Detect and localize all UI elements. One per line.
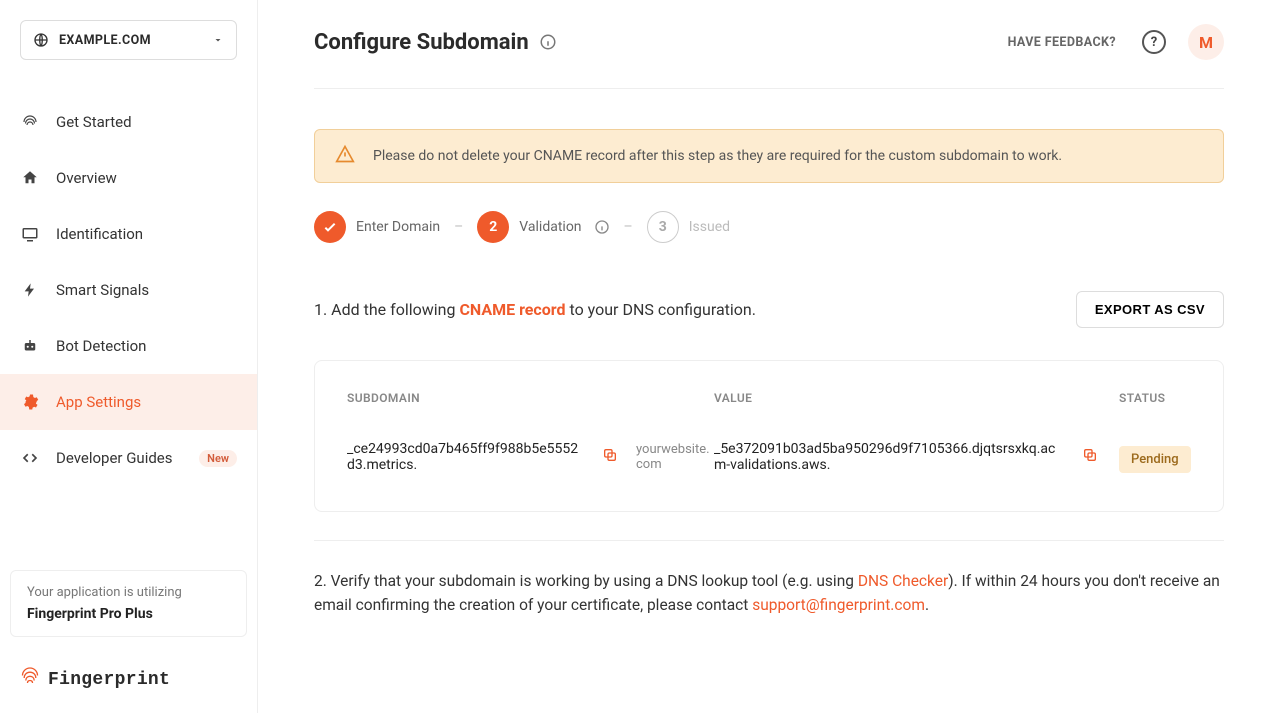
cname-table: SUBDOMAIN VALUE STATUS _ce24993cd0a7b465…: [314, 360, 1224, 512]
new-badge: New: [199, 450, 237, 467]
support-email-link[interactable]: support@fingerprint.com: [752, 596, 925, 614]
brand: Fingerprint: [20, 665, 237, 695]
monitor-icon: [20, 224, 40, 244]
home-icon: [20, 168, 40, 188]
plan-card: Your application is utilizing Fingerprin…: [10, 570, 247, 637]
step-number: 2: [477, 211, 509, 243]
record-value: _5e372091b03ad5ba950296d9f7105366.djqtsr…: [714, 441, 1064, 473]
bolt-icon: [20, 280, 40, 300]
brand-name: Fingerprint: [48, 670, 170, 690]
step-enter-domain: Enter Domain: [314, 211, 440, 243]
instruction-1: 1. Add the following CNAME record to you…: [314, 300, 756, 319]
sidebar-item-label: Identification: [56, 225, 143, 243]
column-header-subdomain: SUBDOMAIN: [347, 391, 714, 405]
sidebar-item-developer-guides[interactable]: Developer Guides New: [0, 430, 257, 486]
sidebar-item-get-started[interactable]: Get Started: [0, 94, 257, 150]
subdomain-value: _ce24993cd0a7b465ff9f988b5e5552d3.metric…: [347, 441, 584, 473]
sidebar-item-overview[interactable]: Overview: [0, 150, 257, 206]
fingerprint-logo-icon: [20, 665, 40, 695]
column-header-status: STATUS: [1119, 391, 1191, 405]
sidebar-item-label: App Settings: [56, 393, 141, 411]
topbar: Configure Subdomain HAVE FEEDBACK? ? M: [314, 24, 1224, 60]
warning-icon: [335, 144, 355, 168]
sidebar-item-label: Smart Signals: [56, 281, 149, 299]
export-csv-button[interactable]: EXPORT AS CSV: [1076, 291, 1224, 328]
code-icon: [20, 448, 40, 468]
sidebar-nav: Get Started Overview Identification Smar…: [0, 84, 257, 550]
sidebar-item-smart-signals[interactable]: Smart Signals: [0, 262, 257, 318]
copy-icon[interactable]: [1082, 447, 1098, 467]
feedback-link[interactable]: HAVE FEEDBACK?: [1008, 35, 1116, 50]
sidebar-item-identification[interactable]: Identification: [0, 206, 257, 262]
plan-line1: Your application is utilizing: [27, 585, 230, 600]
sidebar-item-label: Developer Guides: [56, 449, 173, 467]
dns-checker-link[interactable]: DNS Checker: [858, 572, 948, 590]
table-row: _ce24993cd0a7b465ff9f988b5e5552d3.metric…: [347, 441, 1191, 473]
alert-text: Please do not delete your CNAME record a…: [373, 148, 1062, 164]
warning-alert: Please do not delete your CNAME record a…: [314, 129, 1224, 183]
help-button[interactable]: ?: [1142, 30, 1166, 54]
globe-icon: [33, 32, 49, 48]
check-icon: [314, 211, 346, 243]
plan-line2: Fingerprint Pro Plus: [27, 606, 230, 622]
instruction-2: 2. Verify that your subdomain is working…: [314, 569, 1224, 617]
fingerprint-icon: [20, 112, 40, 132]
step-number: 3: [647, 211, 679, 243]
info-icon[interactable]: [594, 219, 610, 235]
domain-selector[interactable]: EXAMPLE.COM: [20, 20, 237, 60]
sidebar: EXAMPLE.COM Get Started Overview: [0, 0, 258, 713]
step-label: Enter Domain: [356, 219, 440, 235]
domain-selector-label: EXAMPLE.COM: [59, 33, 151, 48]
step-issued: 3 Issued: [647, 211, 730, 243]
main-content: Configure Subdomain HAVE FEEDBACK? ? M P…: [258, 0, 1280, 713]
divider: [314, 88, 1224, 89]
sidebar-item-bot-detection[interactable]: Bot Detection: [0, 318, 257, 374]
divider: [314, 540, 1224, 541]
subdomain-domain: yourwebsite.com: [636, 442, 714, 472]
step-label: Issued: [689, 219, 730, 235]
robot-icon: [20, 336, 40, 356]
sidebar-item-app-settings[interactable]: App Settings: [0, 374, 257, 430]
stepper: Enter Domain – 2 Validation – 3 Issued: [314, 211, 1224, 243]
cname-highlight: CNAME record: [459, 300, 565, 319]
step-validation: 2 Validation: [477, 211, 609, 243]
user-avatar[interactable]: M: [1188, 24, 1224, 60]
step-label: Validation: [519, 219, 581, 235]
info-icon[interactable]: [539, 33, 557, 51]
gear-icon: [20, 392, 40, 412]
sidebar-item-label: Get Started: [56, 113, 132, 131]
sidebar-item-label: Overview: [56, 169, 117, 187]
step-separator: –: [452, 219, 465, 235]
column-header-value: VALUE: [714, 391, 1119, 405]
page-title: Configure Subdomain: [314, 30, 529, 55]
status-badge: Pending: [1119, 446, 1191, 473]
chevron-down-icon: [212, 31, 224, 50]
step-separator: –: [622, 219, 635, 235]
sidebar-item-label: Bot Detection: [56, 337, 146, 355]
copy-icon[interactable]: [602, 447, 618, 467]
